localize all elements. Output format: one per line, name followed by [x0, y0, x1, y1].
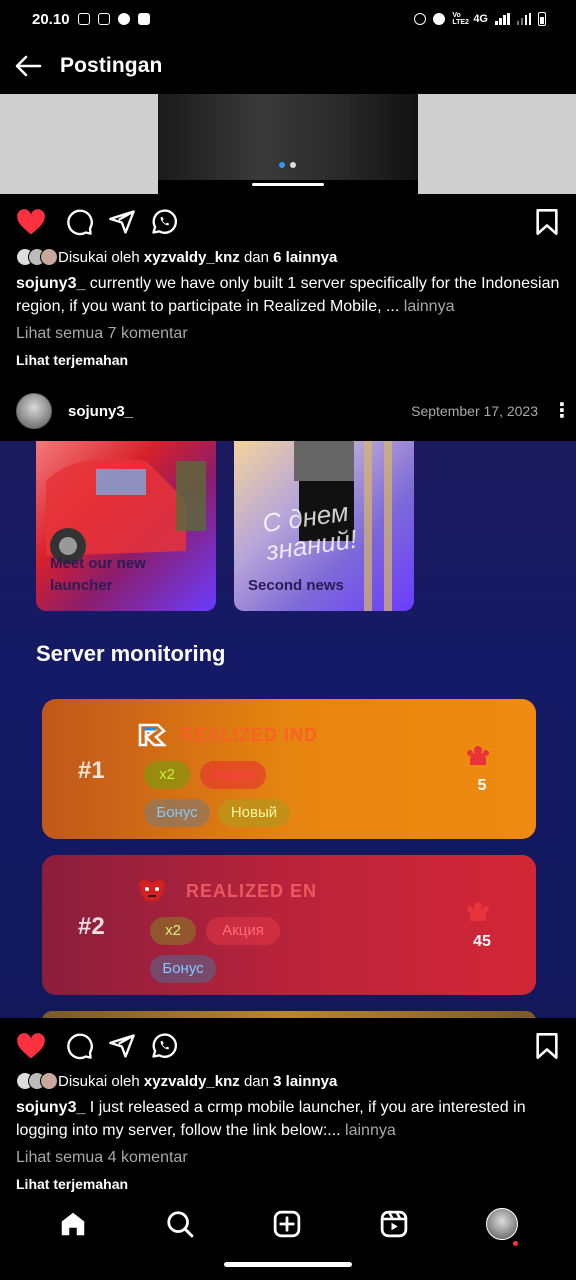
- carousel-dot: [290, 162, 296, 168]
- server-rank: #1: [78, 757, 105, 784]
- likes-others-count[interactable]: 3 lainnya: [273, 1073, 337, 1090]
- post2-translate-link[interactable]: Lihat terjemahan: [16, 1176, 128, 1192]
- users-icon: [467, 746, 489, 765]
- tag-x2: x2: [150, 917, 196, 945]
- card1-label-line2: launcher: [50, 577, 113, 594]
- bookmark-icon[interactable]: [534, 208, 560, 236]
- post2-username[interactable]: sojuny3_: [68, 403, 133, 420]
- home-icon[interactable]: [58, 1209, 88, 1239]
- back-arrow-icon[interactable]: [14, 54, 42, 78]
- app-header: Postingan: [0, 38, 576, 94]
- network-type: 4G: [473, 13, 488, 25]
- post2-avatar[interactable]: [16, 393, 52, 429]
- page-title: Postingan: [60, 54, 163, 77]
- instagram-notification-icon: [77, 13, 90, 25]
- notification-dot: [513, 1241, 518, 1246]
- bottom-navigation: [0, 1196, 576, 1252]
- news-card-launcher: Meet our new launcher: [36, 441, 216, 611]
- server-card-1: #1 REALIZED IND x2 Акция Бонус Новый 5: [42, 699, 536, 839]
- news-card-second: С днем знаний! Second news: [234, 441, 414, 611]
- liker-username[interactable]: xyzvaldy_knz: [144, 249, 240, 266]
- post2-header: sojuny3_ September 17, 2023 ⋮: [0, 388, 576, 434]
- post1-action-bar: [0, 194, 576, 250]
- liker-username[interactable]: xyzvaldy_knz: [144, 1073, 240, 1090]
- likes-prefix: Disukai oleh: [58, 1072, 140, 1090]
- post2-action-bar: [0, 1018, 576, 1074]
- server-name: REALIZED IND: [180, 725, 318, 745]
- server-card-2: #2 REALIZED EN x2 Акция Бонус 45: [42, 855, 536, 995]
- media-left-panel: [0, 94, 158, 194]
- message-notification-icon: [137, 13, 150, 25]
- caption-text: I just released a crmp mobile launcher, …: [16, 1099, 526, 1139]
- tiger-logo-icon: [139, 879, 165, 901]
- card1-label-line1: Meet our new: [50, 555, 146, 572]
- tag-new: Новый: [218, 799, 290, 827]
- media-indicator-bar: [252, 183, 324, 186]
- create-icon[interactable]: [272, 1209, 302, 1239]
- likes-prefix: Disukai oleh: [58, 248, 140, 266]
- server-monitoring-title: Server monitoring: [36, 641, 226, 666]
- card2-label: Second news: [248, 577, 344, 594]
- likes-join: dan: [243, 248, 269, 266]
- post1-media[interactable]: [0, 94, 576, 194]
- carousel-dot-active: [279, 162, 285, 168]
- liker-avatars: [16, 1072, 58, 1090]
- likes-join: dan: [243, 1072, 269, 1090]
- users-icon: [467, 902, 489, 921]
- share-icon[interactable]: [108, 208, 136, 236]
- clock: 20.10: [32, 10, 70, 28]
- whatsapp-icon[interactable]: [150, 1032, 178, 1060]
- caption-more-link[interactable]: lainnya: [345, 1122, 396, 1139]
- likes-others-count[interactable]: 6 lainnya: [273, 249, 337, 266]
- post1-translate-link[interactable]: Lihat terjemahan: [16, 352, 128, 368]
- whatsapp-icon[interactable]: [150, 208, 178, 236]
- do-not-disturb-icon: [433, 13, 446, 25]
- volte-indicator: Vo LTE2: [452, 12, 469, 26]
- like-heart-icon[interactable]: [16, 1032, 46, 1060]
- tag-bonus: Бонус: [150, 955, 216, 983]
- gesture-home-bar[interactable]: [224, 1262, 352, 1267]
- caption-text: currently we have only built 1 server sp…: [16, 275, 560, 315]
- realized-logo-icon: [138, 723, 168, 747]
- server-users-count: 5: [477, 777, 487, 794]
- post2-view-comments[interactable]: Lihat semua 4 komentar: [16, 1149, 188, 1167]
- battery-icon: [538, 12, 546, 26]
- post2-image[interactable]: Meet our new launcher С днем знаний! Secon…: [0, 441, 576, 1018]
- reels-icon[interactable]: [379, 1209, 409, 1239]
- media-image: [158, 94, 418, 180]
- comment-icon[interactable]: [66, 208, 94, 236]
- alarm-icon: [414, 13, 427, 25]
- share-icon[interactable]: [108, 1032, 136, 1060]
- post2-date: September 17, 2023: [411, 403, 538, 419]
- server-users-count: 45: [473, 933, 491, 950]
- liker-avatars: [16, 248, 58, 266]
- like-heart-icon[interactable]: [16, 208, 46, 236]
- more-options-icon[interactable]: ⋮: [552, 401, 572, 421]
- tag-bonus: Бонус: [144, 799, 210, 827]
- post1-likes[interactable]: Disukai oleh xyzvaldy_knz dan 6 lainnya: [16, 248, 337, 266]
- post1-view-comments[interactable]: Lihat semua 7 komentar: [16, 325, 188, 343]
- server-card-3-partial: [42, 1011, 536, 1018]
- caption-username[interactable]: sojuny3_: [16, 1099, 85, 1116]
- caption-username[interactable]: sojuny3_: [16, 275, 85, 292]
- post2-likes[interactable]: Disukai oleh xyzvaldy_knz dan 3 lainnya: [16, 1072, 337, 1090]
- server-rank: #2: [78, 913, 105, 940]
- tag-promo: Акция: [200, 761, 266, 789]
- bookmark-icon[interactable]: [534, 1032, 560, 1060]
- profile-avatar[interactable]: [485, 1208, 518, 1240]
- post2-caption: sojuny3_ I just released a crmp mobile l…: [16, 1096, 564, 1142]
- calendar-notification-icon: [97, 13, 110, 25]
- post1-caption: sojuny3_ currently we have only built 1 …: [16, 272, 564, 318]
- server-name: REALIZED EN: [186, 881, 318, 901]
- tag-x2: x2: [144, 761, 190, 789]
- signal-icon: [495, 13, 510, 25]
- check-notification-icon: [117, 13, 130, 25]
- caption-more-link[interactable]: lainnya: [404, 298, 455, 315]
- tag-promo: Акция: [206, 917, 280, 945]
- signal-2-icon: [516, 13, 531, 25]
- media-right-panel: [418, 94, 576, 194]
- status-bar: 20.10 Vo LTE2 4G: [0, 0, 576, 38]
- comment-icon[interactable]: [66, 1032, 94, 1060]
- search-icon[interactable]: [165, 1209, 195, 1239]
